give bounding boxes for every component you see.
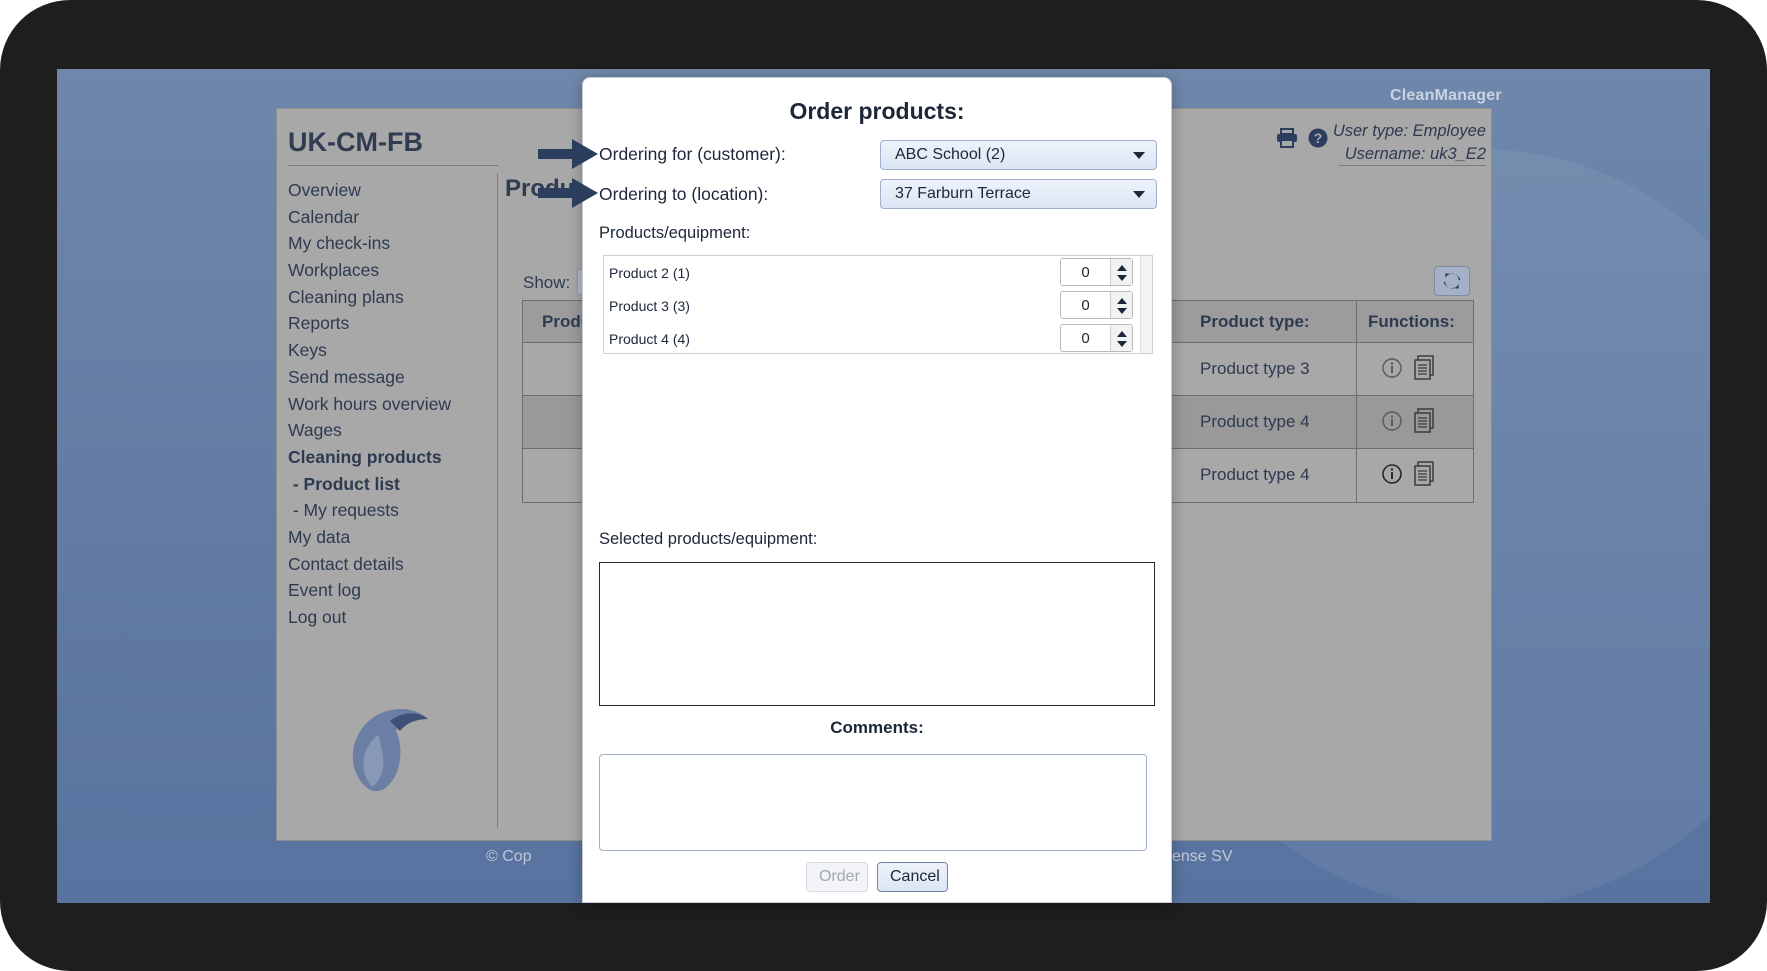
product-name: Product 3 (3): [609, 298, 690, 314]
spin-down-icon[interactable]: [1117, 308, 1127, 314]
chevron-down-icon: [1133, 191, 1145, 198]
info-icon[interactable]: [1381, 357, 1403, 379]
refresh-icon: [1443, 273, 1461, 289]
row-functions: [1381, 355, 1435, 381]
product-name: Product 4 (4): [609, 331, 690, 347]
comments-textarea[interactable]: [599, 754, 1147, 851]
refresh-button[interactable]: [1434, 266, 1470, 296]
products-scrollbar[interactable]: [1140, 256, 1152, 353]
sidebar-item-my-check-ins[interactable]: My check-ins: [288, 230, 498, 257]
location-label: Ordering to (location):: [599, 184, 769, 204]
products-label: Products/equipment:: [599, 224, 751, 242]
order-button[interactable]: Order: [806, 862, 868, 892]
spin-down-icon[interactable]: [1117, 275, 1127, 281]
footer-copyright: © Cop: [486, 848, 532, 865]
brand-name: CleanManager: [1390, 87, 1502, 104]
spin-buttons[interactable]: [1110, 292, 1132, 318]
row-functions: [1381, 408, 1435, 434]
user-info-divider: [1339, 165, 1486, 166]
quantity-stepper[interactable]: 0: [1060, 258, 1133, 286]
list-item: Product 3 (3) 0: [604, 289, 1152, 321]
customer-label: Ordering for (customer):: [599, 144, 786, 164]
app-title: UK-CM-FB: [288, 127, 423, 157]
quantity-stepper[interactable]: 0: [1060, 291, 1133, 319]
info-icon[interactable]: [1381, 410, 1403, 432]
sidebar-item-work-hours-overview[interactable]: Work hours overview: [288, 391, 498, 418]
spin-up-icon[interactable]: [1117, 265, 1127, 271]
spin-buttons[interactable]: [1110, 325, 1132, 351]
product-name: Product 2 (1): [609, 265, 690, 281]
product-type-cell: Product type 4: [1200, 465, 1310, 484]
spin-down-icon[interactable]: [1117, 341, 1127, 347]
user-info: User type: Employee Username: uk3_E2: [1318, 120, 1486, 166]
product-type-cell: Product type 4: [1200, 412, 1310, 431]
customer-select[interactable]: ABC School (2): [880, 140, 1157, 170]
order-products-dialog: Order products: Ordering for (customer):…: [582, 77, 1172, 903]
location-select-value: 37 Farburn Terrace: [895, 185, 1031, 202]
title-divider: [288, 165, 498, 166]
quantity-value[interactable]: 0: [1061, 264, 1110, 281]
sidebar-nav: Overview Calendar My check-ins Workplace…: [288, 177, 498, 631]
sidebar-item-calendar[interactable]: Calendar: [288, 204, 498, 231]
products-list: Product 2 (1) 0 Product 3 (3) 0 Product …: [603, 255, 1153, 354]
quantity-stepper[interactable]: 0: [1060, 324, 1133, 352]
footer-license: ense SV: [1172, 848, 1233, 865]
chevron-down-icon: [1133, 152, 1145, 159]
sidebar-item-cleaning-products[interactable]: Cleaning products: [288, 444, 498, 471]
sidebar-item-send-message[interactable]: Send message: [288, 364, 498, 391]
spin-up-icon[interactable]: [1117, 298, 1127, 304]
sidebar-item-overview[interactable]: Overview: [288, 177, 498, 204]
quantity-value[interactable]: 0: [1061, 330, 1110, 347]
document-icon[interactable]: [1413, 355, 1435, 381]
cancel-button[interactable]: Cancel: [877, 862, 948, 892]
dialog-title: Order products:: [789, 98, 965, 124]
user-type: User type: Employee: [1332, 122, 1486, 140]
column-divider: [1356, 301, 1357, 502]
document-icon[interactable]: [1413, 408, 1435, 434]
row-functions: [1381, 461, 1435, 487]
username: Username: uk3_E2: [1344, 145, 1486, 163]
spin-buttons[interactable]: [1110, 259, 1132, 285]
sidebar-item-log-out[interactable]: Log out: [288, 604, 498, 631]
comments-label: Comments:: [830, 718, 924, 737]
arrow-right-icon: [538, 139, 598, 169]
sidebar-item-cleaning-plans[interactable]: Cleaning plans: [288, 284, 498, 311]
sidebar-item-product-list[interactable]: - Product list: [288, 471, 498, 498]
product-type-cell: Product type 3: [1200, 359, 1310, 378]
sidebar-item-my-requests[interactable]: - My requests: [288, 497, 498, 524]
sidebar-item-event-log[interactable]: Event log: [288, 577, 498, 604]
print-icon[interactable]: [1276, 128, 1298, 148]
sidebar-item-wages[interactable]: Wages: [288, 417, 498, 444]
location-select[interactable]: 37 Farburn Terrace: [880, 179, 1157, 209]
logo-icon: [352, 708, 428, 792]
arrow-right-icon: [538, 178, 598, 208]
document-icon[interactable]: [1413, 461, 1435, 487]
sidebar-divider: [497, 173, 498, 828]
selected-products-box[interactable]: [599, 562, 1155, 706]
spin-up-icon[interactable]: [1117, 331, 1127, 337]
sidebar-item-workplaces[interactable]: Workplaces: [288, 257, 498, 284]
selected-products-label: Selected products/equipment:: [599, 530, 818, 548]
sidebar-item-keys[interactable]: Keys: [288, 337, 498, 364]
info-icon[interactable]: [1381, 463, 1403, 485]
sidebar-item-contact-details[interactable]: Contact details: [288, 551, 498, 578]
list-item: Product 2 (1) 0: [604, 256, 1152, 288]
sidebar-item-my-data[interactable]: My data: [288, 524, 498, 551]
quantity-value[interactable]: 0: [1061, 297, 1110, 314]
column-header-product-type[interactable]: Product type:: [1200, 312, 1310, 332]
column-header-functions: Functions:: [1368, 312, 1455, 331]
customer-select-value: ABC School (2): [895, 146, 1006, 163]
show-label: Show:: [523, 273, 571, 292]
sidebar-item-reports[interactable]: Reports: [288, 310, 498, 337]
list-item: Product 4 (4) 0: [604, 322, 1152, 354]
